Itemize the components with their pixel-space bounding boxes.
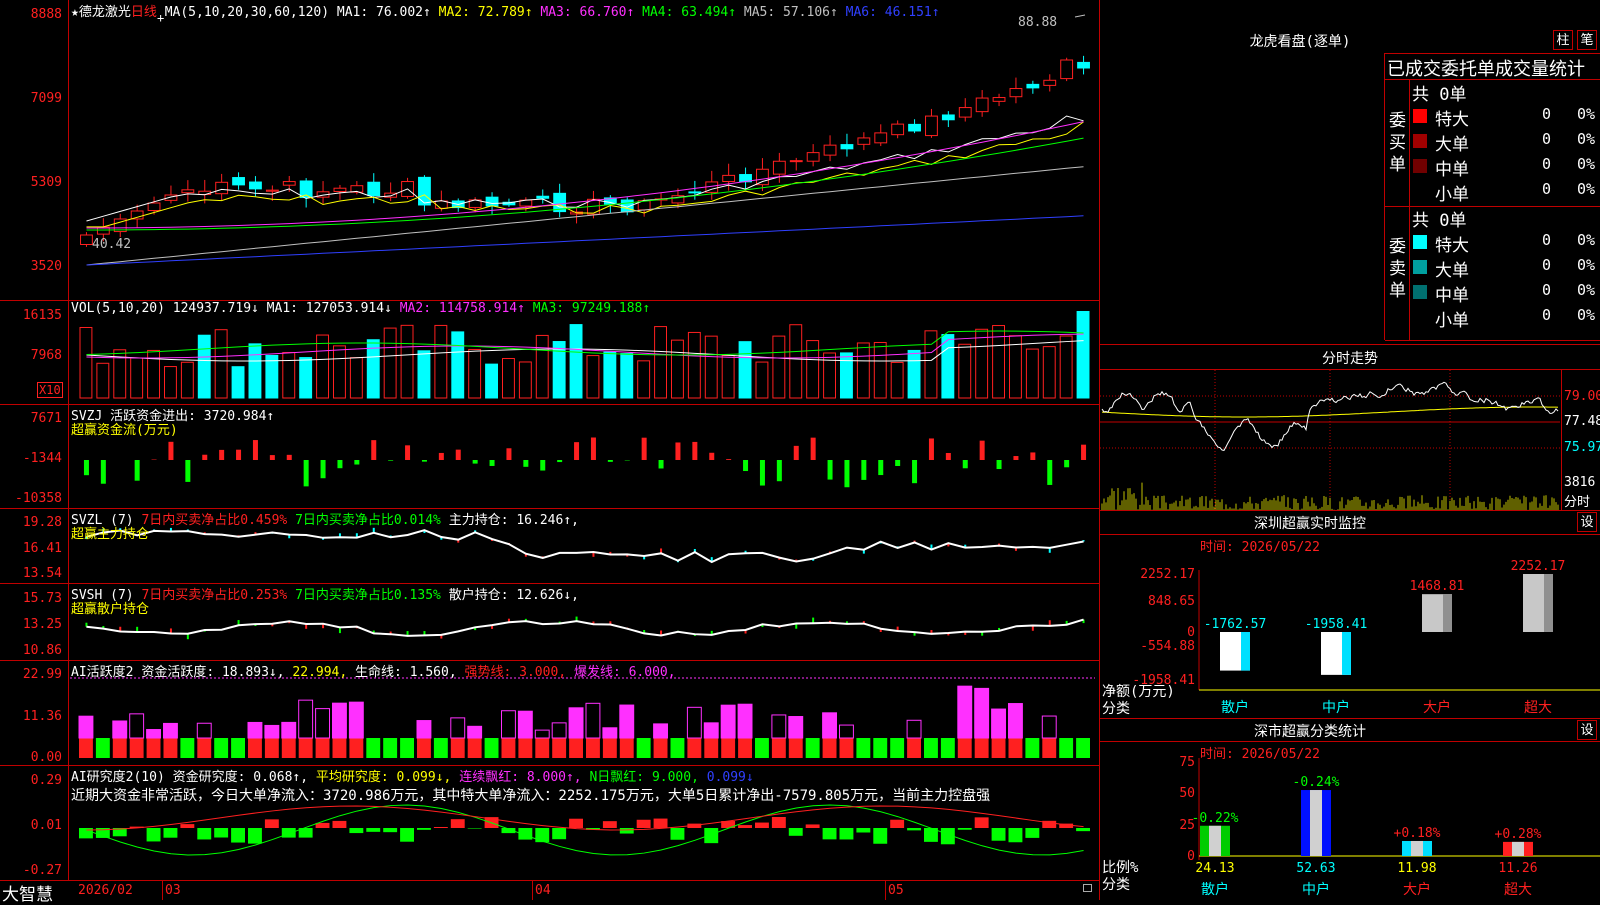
classify-bar-shine xyxy=(1411,840,1423,856)
classify-change: +0.18% xyxy=(1394,826,1441,841)
classify-bar-shine xyxy=(1512,841,1524,856)
classify-value: 24.13 xyxy=(1195,861,1234,876)
classify-value: 11.98 xyxy=(1397,861,1436,876)
classify-chart: 7550250-0.22%24.13散户-0.24%52.63中户+0.18%1… xyxy=(1179,755,1600,898)
classify-bar-shine xyxy=(1209,825,1221,856)
classify-y-tick: 75 xyxy=(1179,755,1195,770)
classify-y-tick: 0 xyxy=(1187,849,1195,864)
classify-cat: 散户 xyxy=(1201,881,1229,898)
classify-value: 11.26 xyxy=(1498,861,1537,876)
classify-cat: 大户 xyxy=(1403,881,1431,898)
classify-change: -0.22% xyxy=(1192,811,1239,826)
classify-change: -0.24% xyxy=(1293,775,1340,790)
classify-bar-shine xyxy=(1310,790,1322,856)
classify-change: +0.28% xyxy=(1495,827,1542,842)
classify-cat: 中户 xyxy=(1302,881,1330,898)
classify-value: 52.63 xyxy=(1296,861,1335,876)
classify-y-tick: 50 xyxy=(1179,786,1195,801)
classify-cat: 超大 xyxy=(1504,882,1532,898)
